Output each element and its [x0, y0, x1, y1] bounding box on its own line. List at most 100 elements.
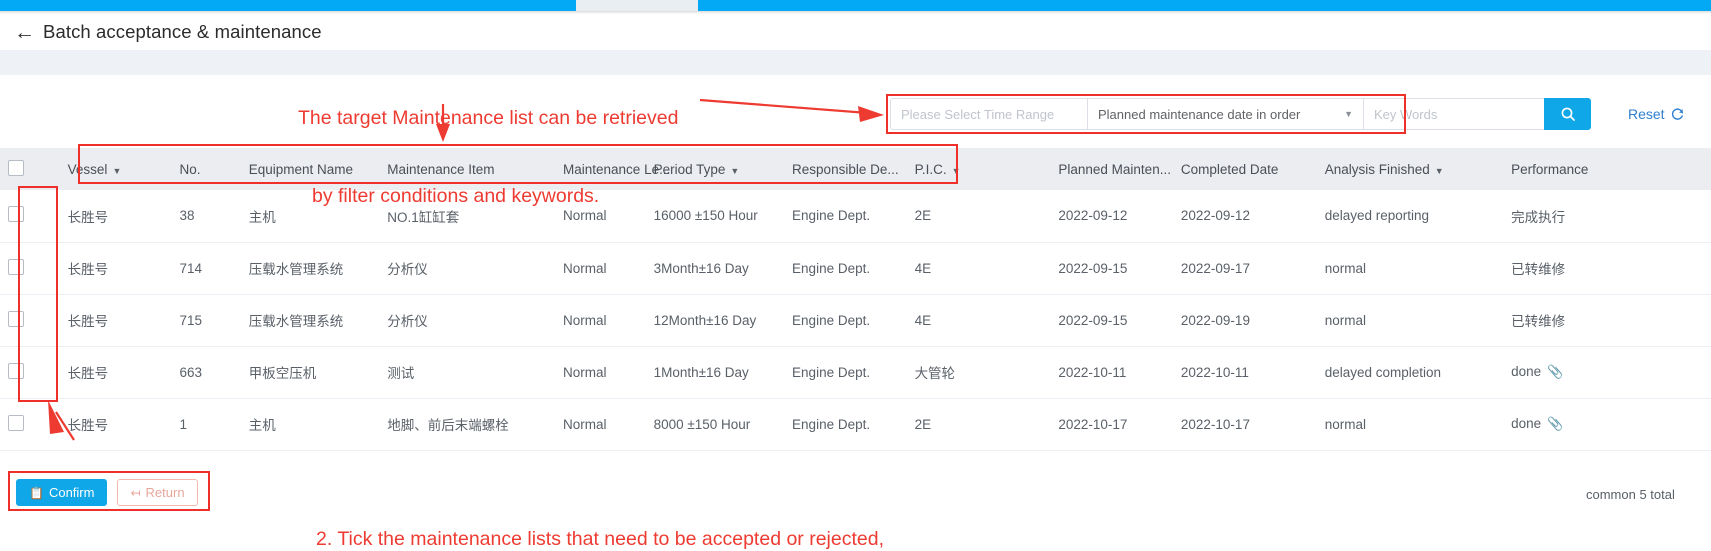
header-responsible-dept: Responsible De... [784, 148, 907, 190]
row-checkbox[interactable] [8, 258, 24, 275]
row-select-cell[interactable] [0, 398, 60, 451]
cell-no: 1 [171, 398, 241, 451]
header-no: No. [171, 148, 241, 190]
reset-button[interactable]: Reset [1628, 98, 1685, 130]
header-select-all[interactable] [0, 148, 60, 190]
cell-vessel: 长胜号 [59, 346, 172, 399]
cell-responsible-dept: Engine Dept. [784, 294, 907, 347]
time-range-input[interactable]: Please Select Time Range [890, 98, 1088, 130]
table-row: 长胜号 663 甲板空压机 测试 Normal 1Month±16 Day Engine D… [0, 346, 1711, 399]
header-performance-label: Performance [1511, 161, 1589, 177]
cell-completed-date: 2022-10-11 [1172, 346, 1317, 399]
window-tabstrip [0, 0, 1711, 11]
cell-responsible-dept: Engine Dept. [784, 242, 907, 295]
return-button[interactable]: ↤ Return [117, 479, 198, 506]
cell-responsible-dept: Engine Dept. [784, 190, 907, 243]
cell-completed-date: 2022-09-17 [1172, 242, 1317, 295]
cell-responsible-dept: Engine Dept. [784, 398, 907, 451]
row-select-cell[interactable] [0, 242, 60, 295]
chevron-down-icon: ▼ [1344, 109, 1353, 119]
cell-pic: 2E [906, 398, 1051, 451]
chevron-down-icon: ▼ [951, 165, 961, 176]
row-select-cell[interactable] [0, 294, 60, 347]
sort-order-select-value: Planned maintenance date in order [1098, 106, 1301, 122]
page-title: Batch acceptance & maintenance [43, 21, 322, 42]
cell-analysis-finished: normal [1316, 242, 1504, 295]
keywords-input[interactable]: Key Words [1363, 98, 1545, 130]
performance-label: done [1511, 416, 1542, 431]
batch-acceptance-page: ← Batch acceptance & maintenance Please … [0, 0, 1711, 551]
cell-maintenance-level: Normal [555, 346, 646, 399]
chevron-down-icon: ▼ [112, 165, 122, 176]
cell-no: 38 [171, 190, 241, 243]
confirm-button-label: Confirm [48, 485, 95, 500]
row-select-cell[interactable] [0, 190, 60, 243]
cell-responsible-dept: Engine Dept. [784, 346, 907, 399]
chevron-down-icon: ▼ [1434, 165, 1444, 176]
cell-completed-date: 2022-10-17 [1172, 398, 1317, 451]
cell-equipment-name: 压载水管理系统 [240, 242, 380, 295]
cell-maintenance-item: 分析仪 [379, 242, 556, 295]
cell-planned-date: 2022-09-15 [1050, 294, 1173, 347]
row-checkbox[interactable] [8, 310, 24, 327]
cell-period-type: 1Month±16 Day [645, 346, 785, 399]
active-tab[interactable] [576, 0, 698, 11]
cell-planned-date: 2022-10-11 [1050, 346, 1173, 399]
cell-period-type: 3Month±16 Day [645, 242, 785, 295]
header-analysis-finished[interactable]: Analysis Finished ▼ [1316, 148, 1504, 190]
cell-analysis-finished: delayed completion [1316, 346, 1504, 399]
filter-bar: Please Select Time Range Planned mainten… [890, 98, 1591, 130]
row-checkbox[interactable] [8, 414, 24, 431]
cell-maintenance-level: Normal [555, 242, 646, 295]
row-checkbox[interactable] [8, 362, 24, 379]
header-period-type-label: Period Type [653, 161, 726, 177]
performance-label: done [1511, 364, 1542, 379]
cell-vessel: 长胜号 [59, 398, 172, 451]
return-button-label: Return [145, 485, 185, 500]
table-row: 长胜号 714 压载水管理系统 分析仪 Normal 3Month±16 Day Engin… [0, 242, 1711, 295]
row-checkbox[interactable] [8, 206, 24, 223]
cell-planned-date: 2022-09-15 [1050, 242, 1173, 295]
cell-pic: 4E [906, 242, 1051, 295]
cell-maintenance-level: Normal [555, 294, 646, 347]
cell-no: 714 [171, 242, 241, 295]
confirm-button[interactable]: 📋 Confirm [16, 479, 108, 506]
header-vessel-label: Vessel [67, 161, 108, 177]
refresh-icon [1671, 107, 1683, 120]
cell-maintenance-item: NO.1缸缸套 [379, 190, 556, 243]
cell-performance: done 📎 [1503, 346, 1711, 399]
header-no-label: No. [179, 161, 201, 177]
cell-vessel: 长胜号 [59, 190, 172, 243]
footer-actions: 📋 Confirm ↤ Return [16, 479, 198, 506]
sort-order-select[interactable]: Planned maintenance date in order ▼ [1087, 98, 1364, 130]
header-completed-date: Completed Date [1172, 148, 1317, 190]
select-all-checkbox[interactable] [8, 159, 24, 176]
cell-equipment-name: 甲板空压机 [240, 346, 380, 399]
cell-pic: 大管轮 [906, 346, 1051, 399]
cell-completed-date: 2022-09-12 [1172, 190, 1317, 243]
cell-pic: 2E [906, 190, 1051, 243]
cell-performance: 已转维修 [1503, 242, 1711, 295]
cell-maintenance-item: 分析仪 [379, 294, 556, 347]
cell-period-type: 16000 ±150 Hour [645, 190, 785, 243]
cell-equipment-name: 压载水管理系统 [240, 294, 380, 347]
header-pic[interactable]: P.I.C. ▼ [906, 148, 1051, 190]
cell-equipment-name: 主机 [240, 190, 380, 243]
search-button[interactable] [1544, 98, 1591, 130]
header-equipment-name-label: Equipment Name [248, 161, 354, 177]
header-pic-label: P.I.C. [914, 161, 947, 177]
header-analysis-finished-label: Analysis Finished [1324, 161, 1430, 177]
header-vessel[interactable]: Vessel ▼ [59, 148, 172, 190]
header-period-type[interactable]: Period Type ▼ [645, 148, 785, 190]
performance-label: 已转维修 [1511, 314, 1566, 329]
row-select-cell[interactable] [0, 346, 60, 399]
back-arrow-icon[interactable]: ← [14, 22, 35, 43]
attachment-icon[interactable]: 📎 [1547, 416, 1563, 431]
header-maintenance-item-label: Maintenance Item [387, 161, 495, 177]
cell-performance: 已转维修 [1503, 294, 1711, 347]
performance-label: 完成执行 [1511, 209, 1566, 225]
cell-equipment-name: 主机 [240, 398, 380, 451]
attachment-icon[interactable]: 📎 [1547, 364, 1563, 379]
header-planned-maintenance-label: Planned Mainten... [1058, 161, 1171, 177]
total-count-label: common 5 total [1586, 487, 1675, 502]
